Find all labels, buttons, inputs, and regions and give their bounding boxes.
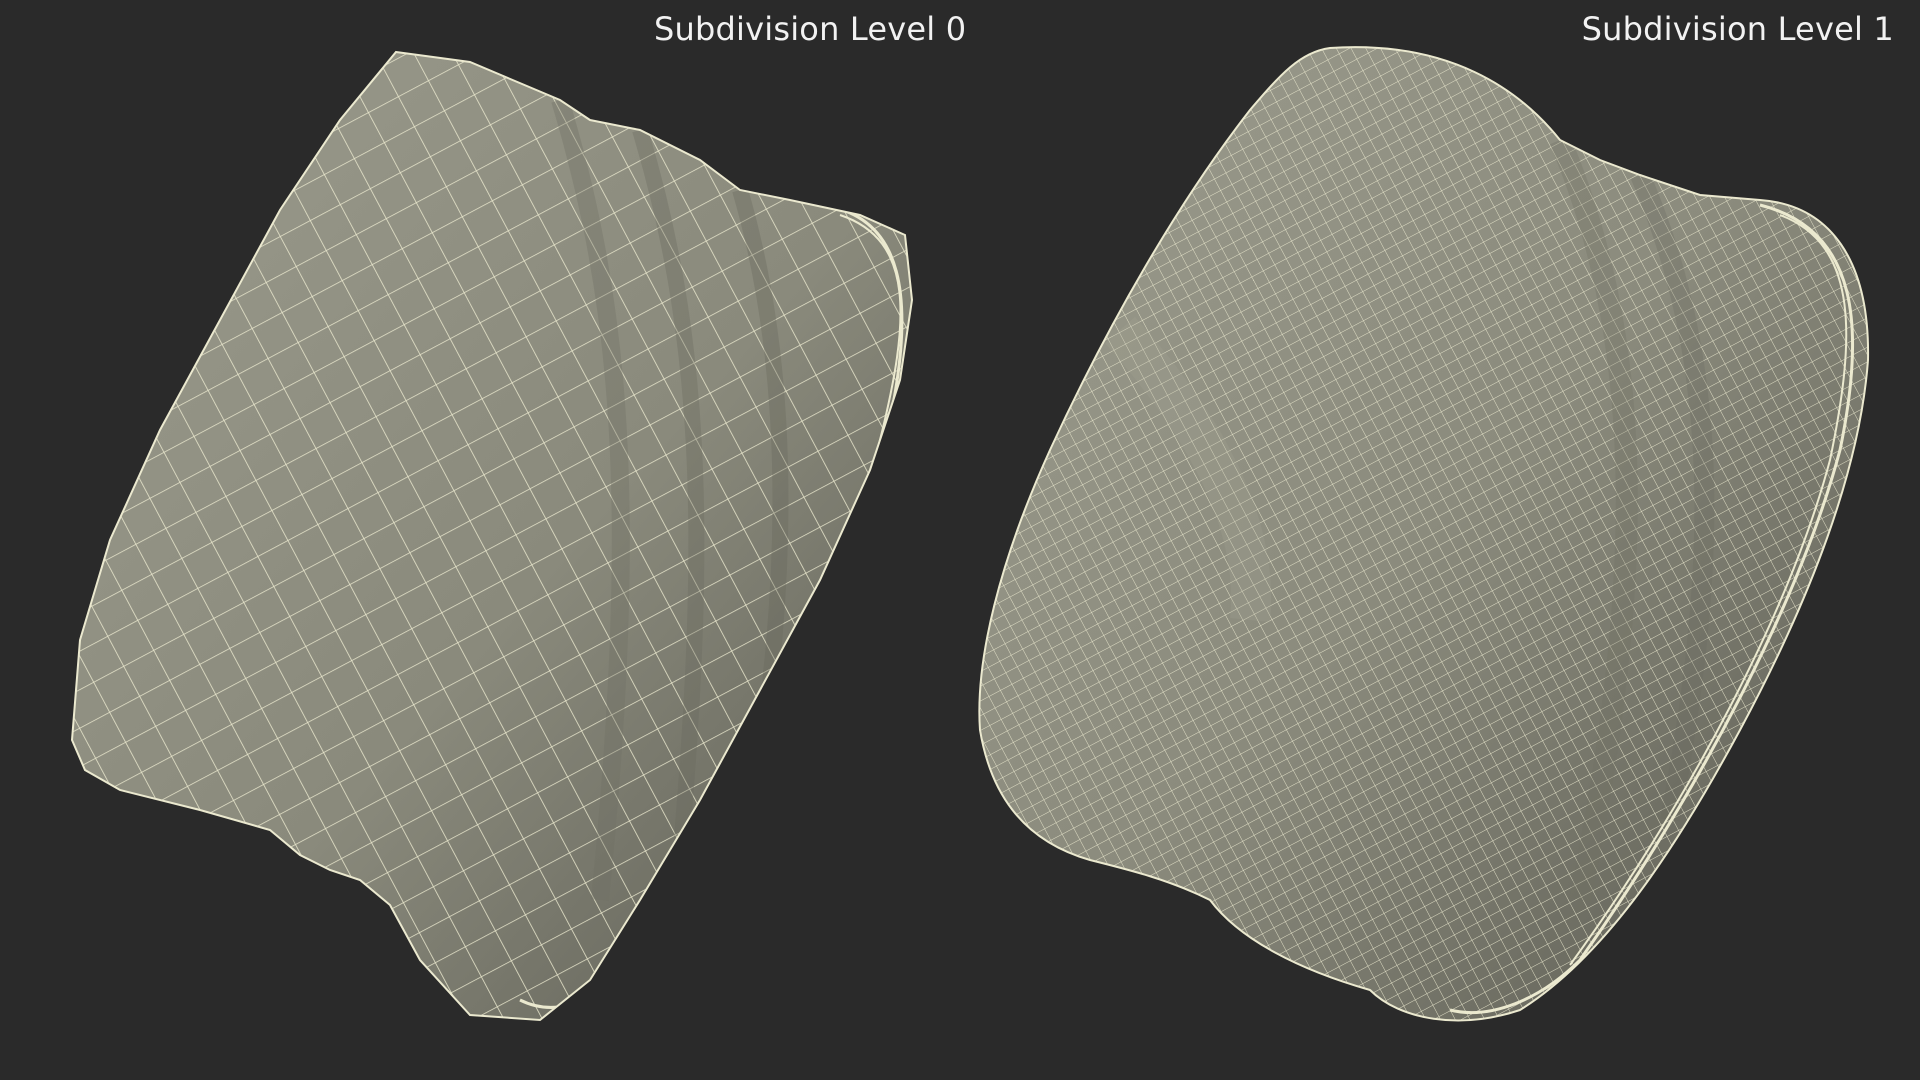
model-level-1 [978, 46, 1870, 1022]
viewport: Subdivision Level 0 Subdivision Level 1 [0, 0, 1920, 1080]
panel-label-level-0: Subdivision Level 0 [654, 10, 967, 48]
model-level-0 [70, 50, 914, 1022]
panel-label-level-1: Subdivision Level 1 [1581, 10, 1894, 48]
render-scene [70, 46, 1870, 1022]
